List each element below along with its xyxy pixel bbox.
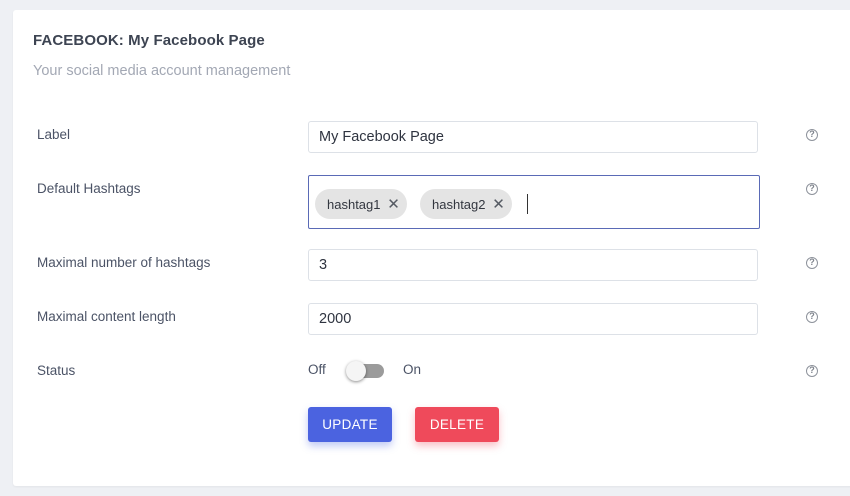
account-card: FACEBOOK: My Facebook Page Your social m… xyxy=(13,10,850,486)
label-field-label: Label xyxy=(37,127,71,142)
hashtags-input[interactable]: hashtag1 ✕ hashtag2 ✕ xyxy=(308,175,760,229)
label-help-icon[interactable]: ? xyxy=(806,129,818,141)
remove-hashtag-icon[interactable]: ✕ xyxy=(381,195,407,213)
status-on-label: On xyxy=(403,362,422,377)
text-caret xyxy=(527,194,528,214)
update-button[interactable]: UPDATE xyxy=(308,407,392,442)
hashtag-chip-text: hashtag2 xyxy=(432,196,486,212)
status-off-label: Off xyxy=(308,362,326,377)
page-title: FACEBOOK: My Facebook Page xyxy=(33,32,265,49)
label-input[interactable] xyxy=(308,121,758,153)
max-length-field-label: Maximal content length xyxy=(37,309,176,324)
max-hashtags-help-icon[interactable]: ? xyxy=(806,257,818,269)
status-toggle-knob[interactable] xyxy=(346,361,366,381)
hashtag-chip: hashtag1 ✕ xyxy=(315,189,407,219)
max-length-help-icon[interactable]: ? xyxy=(806,311,818,323)
delete-button[interactable]: DELETE xyxy=(415,407,499,442)
remove-hashtag-icon[interactable]: ✕ xyxy=(486,195,512,213)
hashtag-chip: hashtag2 ✕ xyxy=(420,189,512,219)
hashtag-chip-text: hashtag1 xyxy=(327,196,381,212)
max-length-input[interactable] xyxy=(308,303,758,335)
hashtags-help-icon[interactable]: ? xyxy=(806,183,818,195)
page-subtitle: Your social media account management xyxy=(33,63,291,79)
status-field-label: Status xyxy=(37,363,76,378)
status-toggle[interactable] xyxy=(346,361,384,381)
max-hashtags-field-label: Maximal number of hashtags xyxy=(37,255,211,270)
status-help-icon[interactable]: ? xyxy=(806,365,818,377)
max-hashtags-input[interactable] xyxy=(308,249,758,281)
hashtags-field-label: Default Hashtags xyxy=(37,181,141,196)
